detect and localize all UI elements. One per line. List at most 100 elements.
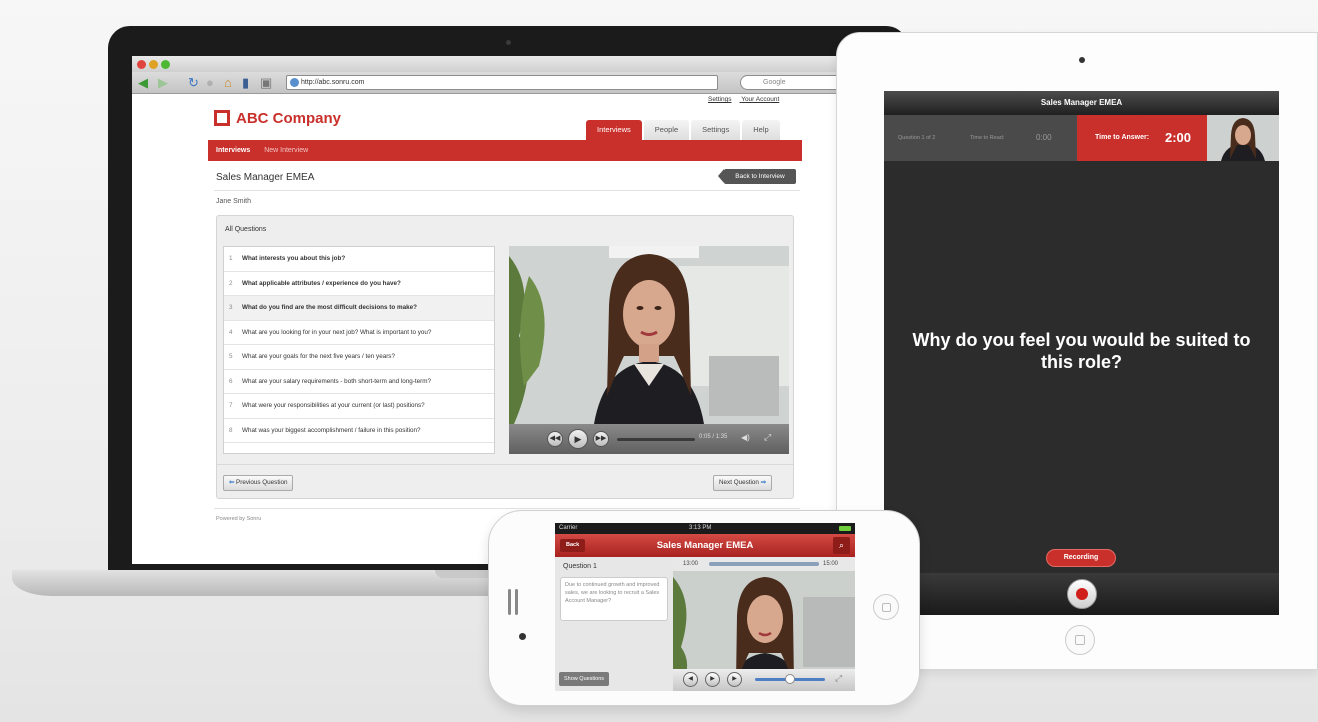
volume-knob[interactable] [785,674,795,684]
divider [214,190,800,191]
clock: 3:13 PM [689,525,712,531]
record-icon [1076,588,1088,600]
phone-navbar: Sales Manager EMEA Back ⌕ [555,534,855,557]
candidate-name: Jane Smith [216,198,252,205]
fullscreen-icon[interactable]: ⤢ [764,432,771,443]
time-to-read-value: 0:00 [1036,133,1052,142]
phone-timeline: 13:00 15:00 [673,557,855,571]
question-description: Due to continued growth and improved sal… [560,577,668,621]
stop-icon[interactable]: ● [206,75,214,91]
list-item[interactable]: 8 What was your biggest accomplishment / … [224,419,494,443]
tablet-screen: Sales Manager EMEA Question 1 of 2 Time … [884,91,1279,615]
list-item[interactable]: 6 What are your salary requirements - bot… [224,370,494,394]
your-account-link[interactable]: Your Account [741,96,779,103]
panel-footer: ⇐ Previous Question Next Question ⇒ [217,464,793,498]
phone-screen: Carrier 3:13 PM Sales Manager EMEA Back … [555,523,855,691]
record-button[interactable] [1067,579,1097,609]
left-arrow-icon: ⇐ [229,479,235,486]
question-list[interactable]: 1 What interests you about this job? 2 Wha… [223,246,495,454]
video-time: 0:05 / 1:35 [699,434,728,440]
bookmark-icon[interactable]: ▮ [242,75,249,91]
home-icon[interactable]: ⌂ [224,75,232,91]
list-item[interactable]: 7 What were your responsibilities at your… [224,394,494,419]
tab-interviews[interactable]: Interviews [586,120,642,140]
rewind-icon[interactable]: ◀◀ [547,431,563,447]
logo: ABC Company [236,110,342,127]
search-icon[interactable]: ⌕ [833,537,850,554]
list-item[interactable]: 5 What are your goals for the next five y… [224,345,494,370]
video-player[interactable]: ◀◀ ▶ ▶▶ 0:05 / 1:35 ◀) ⤢ [509,246,789,454]
forward-arrow-icon[interactable]: ▶ [158,75,168,91]
zoom-window-icon[interactable] [161,60,170,69]
show-questions-button[interactable]: Show Questions [559,672,610,686]
play-icon[interactable]: ▶ [705,672,720,687]
right-arrow-icon: ⇒ [760,479,766,486]
video-progress[interactable] [617,438,695,441]
browser-titlebar [132,56,884,72]
phone-video[interactable]: 13:00 15:00 ◀ ▶ ▶ ⤢ [673,557,855,691]
list-item[interactable]: 3 What do you find are the most difficult… [224,296,494,321]
question-label: Question 1 [563,563,597,570]
tab-help[interactable]: Help [742,120,780,140]
questions-panel: All Questions 1 What interests you about … [216,215,794,499]
interview-question: Why do you feel you would be suited to t… [912,330,1251,372]
logo-icon [214,110,230,126]
video-frame [509,246,789,424]
reload-icon[interactable]: ↻ [188,75,199,91]
tablet-title: Sales Manager EMEA [884,91,1279,115]
list-item[interactable]: 4 What are you looking for in your next j… [224,321,494,345]
laptop-camera [506,40,511,45]
list-item[interactable]: 1 What interests you about this job? [224,247,494,272]
rewind-icon[interactable]: ◀ [683,672,698,687]
close-window-icon[interactable] [137,60,146,69]
back-to-interview-button[interactable]: Back to Interview [718,169,796,184]
fullscreen-icon[interactable]: ⤢ [835,673,842,684]
browser-toolbar: ◀ ▶ ↻ ● ⌂ ▮ ▣ http://abc.sonru.com Googl… [132,72,884,94]
time-start: 13:00 [683,561,699,567]
back-button[interactable]: Back [560,539,586,552]
timeline-bar[interactable] [709,562,819,566]
fast-forward-icon[interactable]: ▶▶ [593,431,609,447]
account-links: Settings Your Account [708,96,787,103]
time-to-answer-label: Time to Answer: [1095,134,1150,141]
subnav-new-interview[interactable]: New Interview [264,147,308,154]
url-field[interactable]: http://abc.sonru.com [286,75,718,90]
search-placeholder: Google [763,79,786,86]
main-tabs: Interviews People Settings Help [584,120,780,140]
phone-home-button[interactable] [873,594,899,620]
phone-speaker [508,589,511,615]
tab-settings[interactable]: Settings [691,120,741,140]
fast-forward-icon[interactable]: ▶ [727,672,742,687]
carrier: Carrier [559,525,578,531]
tablet-home-button[interactable] [1065,625,1095,655]
subnav-interviews[interactable]: Interviews [216,147,250,154]
phone-camera [519,633,526,640]
sub-navigation: Interviews New Interview [208,140,802,161]
divider [214,508,800,509]
tablet-footer [884,573,1279,615]
page-title: Sales Manager EMEA [216,172,315,183]
previous-question-button[interactable]: ⇐ Previous Question [223,475,294,491]
lock-icon: ▣ [260,75,273,90]
time-end: 15:00 [823,561,839,567]
time-to-read-label: Time to Read: [970,135,1005,141]
tab-people[interactable]: People [643,120,690,140]
settings-link[interactable]: Settings [708,96,732,103]
back-arrow-icon[interactable]: ◀ [138,75,148,91]
volume-icon[interactable]: ◀) [741,433,750,442]
list-item[interactable]: 2 What applicable attributes / experience… [224,272,494,296]
video-controls: ◀◀ ▶ ▶▶ 0:05 / 1:35 ◀) ⤢ [509,424,789,454]
play-icon[interactable]: ▶ [568,429,588,449]
product-composite: ◀ ▶ ↻ ● ⌂ ▮ ▣ http://abc.sonru.com Googl… [0,0,1318,722]
battery-icon [839,526,851,531]
globe-icon [290,78,299,87]
phone-speaker [515,589,518,615]
interview-status-bar: Question 1 of 2 Time to Read: 0:00 Time … [884,115,1279,161]
powered-by: Powered by Sonru [216,516,262,522]
tablet-camera [1079,57,1085,63]
minimize-window-icon[interactable] [149,60,158,69]
url-text: http://abc.sonru.com [301,79,365,86]
next-question-button[interactable]: Next Question ⇒ [713,475,772,491]
time-to-answer-value: 2:00 [1165,130,1192,145]
phone: Carrier 3:13 PM Sales Manager EMEA Back … [488,510,920,706]
